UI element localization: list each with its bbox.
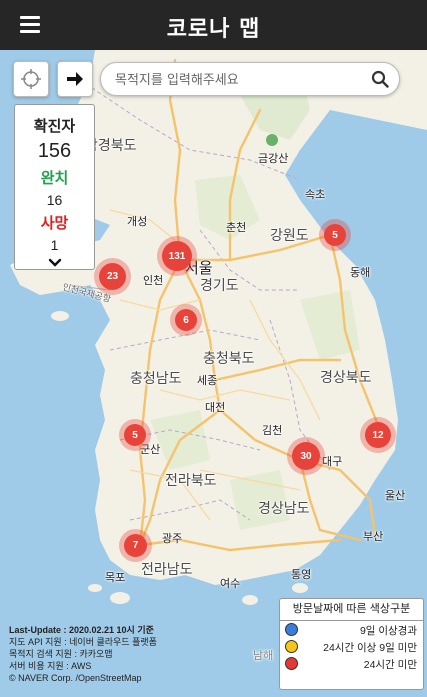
label-donghae: 동해 [350,267,371,279]
locate-button[interactable] [13,61,49,97]
red-dot-icon [285,657,298,670]
label-geumgang: 금강산 [258,153,289,165]
label-jeonnam: 전라남도 [141,561,193,577]
search-bar [100,62,400,96]
label-mokpo: 목포 [105,572,126,584]
last-update: Last-Update : 2020.02.21 10시 기준 [9,625,154,635]
label-chungnam: 충청남도 [130,370,182,386]
cluster-marker[interactable]: 7 [124,534,147,557]
label-gaeseong: 개성 [127,216,148,228]
label-gyeonggi: 경기도 [200,277,239,293]
label-gangwon: 강원도 [270,227,309,243]
blue-dot-icon [285,623,298,636]
label-chuncheon: 춘천 [226,222,247,234]
color-legend: 방문날짜에 따른 색상구분 9일 이상경과 24시간 이상 9일 미만 24시간… [279,598,424,690]
crosshair-icon [21,69,41,89]
label-daejeon: 대전 [205,402,226,414]
chevron-down-icon [48,258,61,267]
label-yeosu: 여수 [220,578,241,590]
park-marker [266,134,278,146]
cluster-marker[interactable]: 5 [124,424,146,446]
label-busan: 부산 [363,531,384,543]
label-gwangju: 광주 [162,533,183,545]
recovered-count: 16 [46,192,63,208]
label-chungbuk: 충청북도 [203,350,255,366]
confirmed-label: 확진자 [33,118,76,135]
label-gunsan: 군산 [140,444,161,456]
yellow-dot-icon [285,640,298,653]
search-input[interactable] [113,69,367,91]
search-icon[interactable] [371,70,389,88]
app-title: 코로나 맵 [166,17,261,42]
expand-button[interactable] [15,255,94,273]
legend-label: 24시간 이상 9일 미만 [323,642,417,654]
legend-item: 24시간 이상 9일 미만 [280,638,423,655]
label-gimcheon: 김천 [262,425,283,437]
recovered-label: 완치 [40,170,69,187]
legend-item: 9일 이상경과 [280,621,423,638]
label-sejong: 세종 [197,375,218,387]
cluster-marker[interactable]: 6 [175,309,197,331]
label-ulsan: 울산 [385,490,406,502]
label-gyeongbuk: 경상북도 [320,369,372,385]
deaths-label: 사망 [40,215,69,232]
credit-server: 서버 비용 지원 : AWS [9,661,92,671]
cluster-marker[interactable]: 23 [99,263,126,290]
cluster-marker[interactable]: 12 [365,422,391,448]
confirmed-count: 156 [37,140,72,162]
top-bar: 코로나 맵 [0,0,427,50]
legend-label: 9일 이상경과 [359,625,417,637]
route-button[interactable] [57,61,93,97]
label-tongyeong: 통영 [291,569,312,581]
label-sokcho: 속초 [305,189,326,201]
label-jeonbuk: 전라북도 [165,472,217,488]
label-incheon: 인천 [143,275,164,287]
legend-item: 24시간 미만 [280,655,423,672]
deaths-count: 1 [50,237,59,253]
label-namhae: 남해 [253,650,274,662]
stats-panel: 확진자 156 완치 16 사망 1 [14,104,95,270]
credits-block: Last-Update : 2020.02.21 10시 기준 지도 API 지… [9,624,157,684]
cluster-marker[interactable]: 30 [292,442,320,470]
cluster-marker[interactable]: 5 [324,224,346,246]
label-gyeongnam: 경상남도 [258,500,310,516]
credit-map-api: 지도 API 지원 : 네이버 클라우드 플랫폼 [9,637,157,647]
label-daegu: 대구 [322,456,343,468]
legend-title: 방문날짜에 따른 색상구분 [280,599,423,621]
cluster-marker[interactable]: 131 [162,241,192,271]
copyright: © NAVER Corp. /OpenStreetMap [9,673,142,683]
credit-search: 목적지 검색 지원 : 카카오맵 [9,649,113,659]
legend-label: 24시간 미만 [363,659,417,671]
arrow-right-icon [67,72,83,86]
